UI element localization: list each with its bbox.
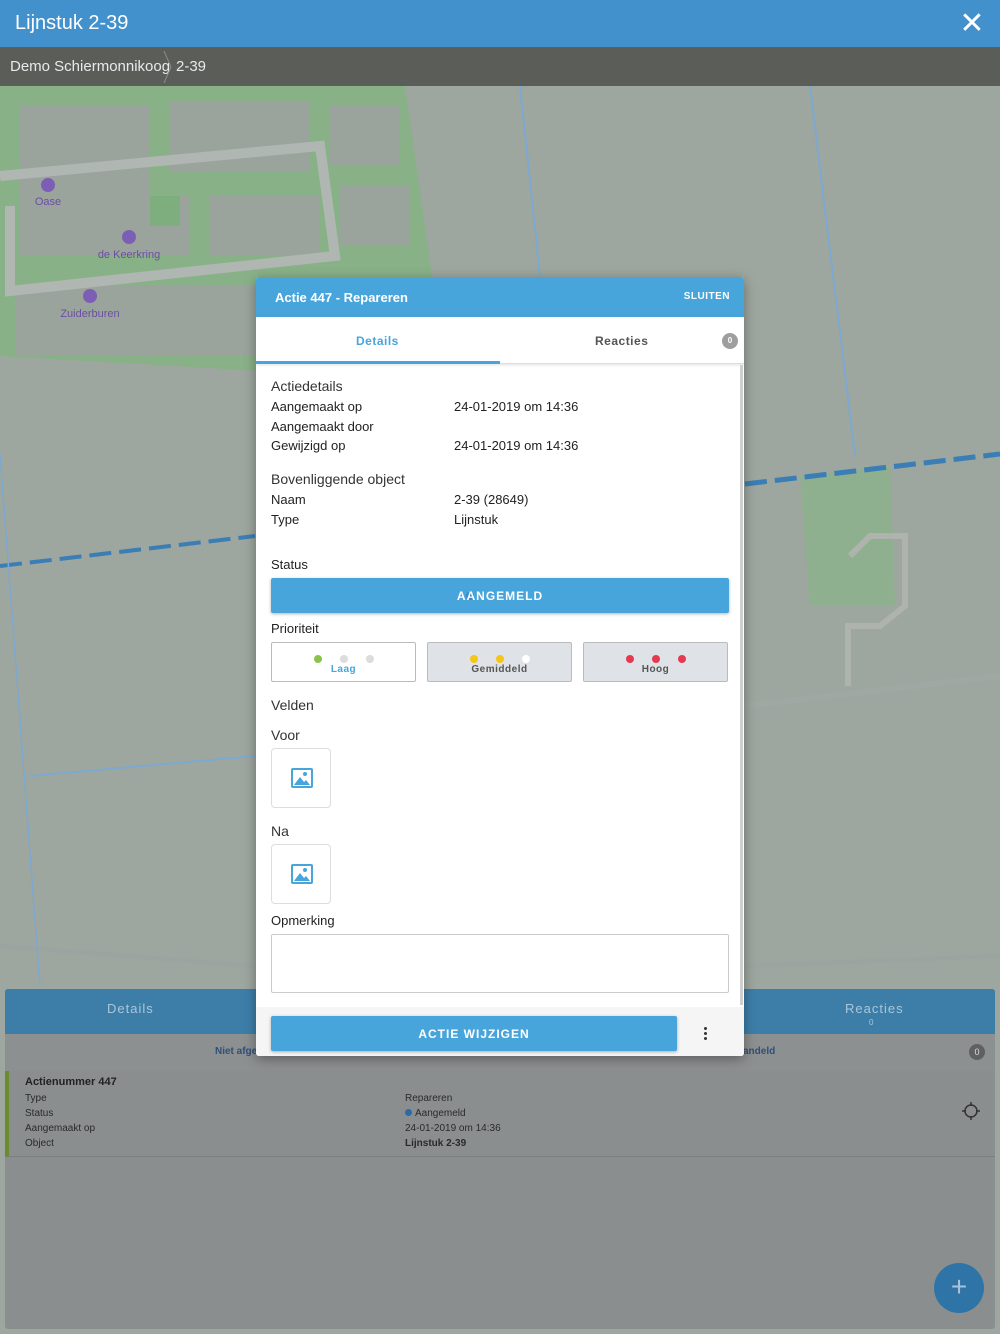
priority-label: Laag	[330, 664, 357, 675]
filter-badge: 0	[969, 1044, 985, 1060]
map-label-zuiderburen: Zuiderburen	[60, 308, 119, 320]
close-button[interactable]: SLUITEN	[684, 291, 730, 302]
field-label-voor: Voor	[271, 727, 300, 743]
section-title-bovenliggend: Bovenliggende object	[271, 471, 405, 487]
more-vertical-icon[interactable]	[694, 1016, 718, 1051]
list-item-title: Actienummer 447	[25, 1076, 117, 1088]
status-label: Status	[271, 557, 308, 572]
list-item-label: Object	[25, 1138, 54, 1149]
list-item-value: Lijnstuk 2-39	[405, 1138, 467, 1149]
app-header: Lijnstuk 2-39 ✕	[0, 0, 1000, 47]
detail-value: 24-01-2019 om 14:36	[454, 399, 579, 414]
section-title-actiedetails: Actiedetails	[271, 378, 343, 394]
map-label-oase: Oase	[35, 196, 61, 208]
detail-label: Type	[271, 512, 300, 527]
modal-tabs: Details Reacties 0	[256, 317, 744, 364]
priority-option-medium[interactable]: Gemiddeld	[427, 642, 572, 682]
detail-value: Lijnstuk	[454, 512, 499, 527]
map-label-keerkring: de Keerkring	[98, 249, 160, 261]
priority-label: Hoog	[641, 664, 670, 675]
action-modal: Actie 447 - Repareren SLUITEN Details Re…	[256, 277, 744, 1056]
list-item-label: Aangemaakt op	[25, 1123, 96, 1134]
detail-label: Gewijzigd op	[271, 438, 346, 453]
edit-action-label: ACTIE WIJZIGEN	[418, 1027, 530, 1041]
opmerking-textarea[interactable]	[271, 934, 729, 993]
scrollbar[interactable]	[740, 365, 743, 1005]
list-item-label: Status	[25, 1108, 54, 1119]
detail-label: Aangemaakt door	[271, 419, 374, 434]
breadcrumb-separator-icon	[163, 50, 172, 84]
list-item-status: Aangemeld	[405, 1108, 466, 1119]
list-item-label: Type	[25, 1093, 47, 1104]
modal-title: Actie 447 - Repareren	[275, 290, 408, 305]
close-icon[interactable]: ✕	[954, 6, 990, 42]
edit-action-button[interactable]: ACTIE WIJZIGEN	[271, 1016, 677, 1051]
opmerking-label: Opmerking	[271, 913, 335, 928]
breadcrumb-item-project[interactable]: Demo Schiermonnikoog	[10, 58, 170, 75]
list-item[interactable]: Actienummer 447 Type Status Aangemaakt o…	[5, 1071, 995, 1157]
list-item-value: Repareren	[405, 1093, 453, 1104]
filter-handled[interactable]: andeld	[743, 1046, 775, 1057]
modal-body: Actiedetails Aangemaakt op 24-01-2019 om…	[256, 364, 744, 1007]
reacties-badge: 0	[722, 333, 738, 349]
prioriteit-label: Prioriteit	[271, 621, 319, 636]
detail-value: 2-39 (28649)	[454, 492, 529, 507]
field-label-na: Na	[271, 823, 289, 839]
image-upload-voor[interactable]	[271, 748, 331, 808]
tab-details[interactable]: Details	[107, 1001, 154, 1016]
page-title: Lijnstuk 2-39	[15, 12, 129, 34]
detail-label: Aangemaakt op	[271, 399, 363, 414]
priority-option-low[interactable]: Laag	[271, 642, 416, 682]
status-button[interactable]: AANGEMELD	[271, 578, 729, 613]
priority-option-high[interactable]: Hoog	[583, 642, 728, 682]
list-item-value: Aangemeld	[415, 1108, 466, 1119]
image-placeholder-icon	[291, 864, 313, 884]
image-placeholder-icon	[291, 768, 313, 788]
detail-value: 24-01-2019 om 14:36	[454, 438, 579, 453]
tab-reacties-count: 0	[869, 1018, 874, 1027]
status-value: AANGEMELD	[456, 589, 544, 603]
list-item-value: 24-01-2019 om 14:36	[405, 1123, 501, 1134]
breadcrumb-item-object[interactable]: 2-39	[176, 58, 206, 75]
crosshair-icon[interactable]	[961, 1101, 981, 1121]
filter-not-done[interactable]: Niet afge	[215, 1046, 257, 1057]
status-dot-icon	[405, 1109, 412, 1116]
add-button[interactable]: +	[934, 1263, 984, 1313]
modal-header: Actie 447 - Repareren SLUITEN	[256, 277, 744, 317]
breadcrumb: Demo Schiermonnikoog 2-39	[0, 47, 1000, 86]
tab-reacties[interactable]: Reacties	[595, 334, 648, 348]
tab-reacties[interactable]: Reacties	[845, 1001, 904, 1016]
image-upload-na[interactable]	[271, 844, 331, 904]
priority-label: Gemiddeld	[471, 664, 528, 675]
section-title-velden: Velden	[271, 697, 314, 713]
modal-footer: ACTIE WIJZIGEN	[256, 1007, 744, 1056]
detail-label: Naam	[271, 492, 306, 507]
tab-details[interactable]: Details	[356, 334, 399, 348]
